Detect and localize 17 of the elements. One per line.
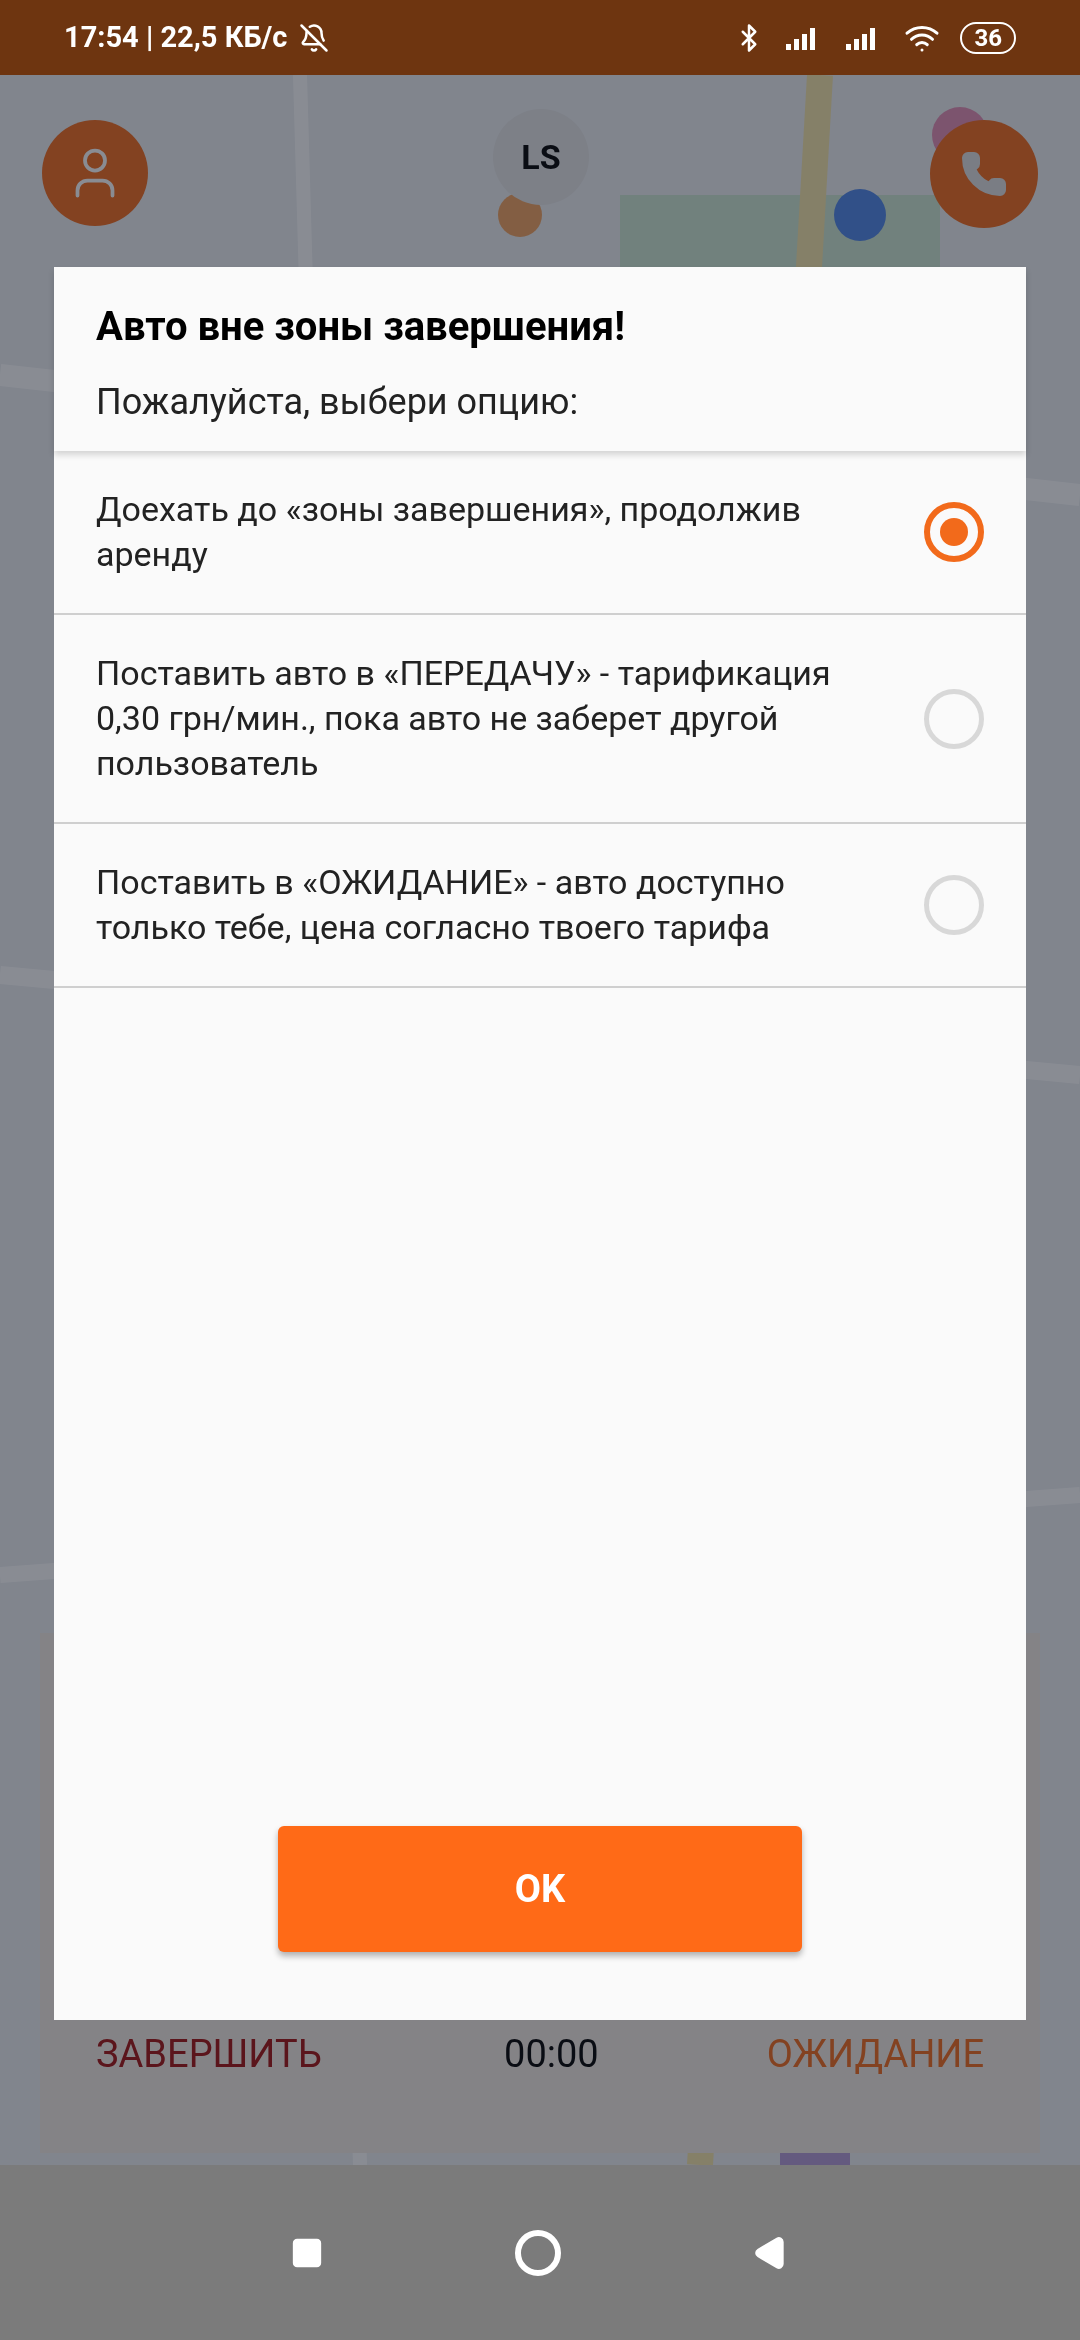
wait-label: ОЖИДАНИЕ: [766, 2031, 984, 2078]
option-label: Поставить в «ОЖИДАНИЕ» - авто доступно только тебе, цена согласно твоего тарифа: [96, 861, 786, 949]
battery-indicator: 36: [960, 21, 1016, 54]
phone-icon: [960, 150, 1008, 198]
option-row[interactable]: Поставить в «ОЖИДАНИЕ» - авто доступно только тебе, цена согласно твоего тарифа: [54, 824, 1026, 988]
dialog-subtitle: Пожалуйста, выбери опцию:: [96, 380, 580, 425]
home-icon[interactable]: [514, 2228, 562, 2277]
option-row[interactable]: Доехать до «зоны завершения», продолжив аренду: [54, 451, 1026, 615]
bell-off-icon: [299, 22, 330, 53]
option-label: Поставить авто в «ПЕРЕДАЧУ» - тарификация 0,30 грн/мин., пока авто не заберет другой пользователь: [96, 652, 832, 785]
timer-text: 00:00: [504, 2031, 599, 2078]
status-time: 17:54 | 22,5 КБ/с: [64, 18, 288, 56]
option-label: Доехать до «зоны завершения», продолжив аренду: [96, 488, 802, 576]
option-row[interactable]: Поставить авто в «ПЕРЕДАЧУ» - тарификация 0,30 грн/мин., пока авто не заберет другой пользователь: [54, 615, 1026, 824]
finish-label: ЗАВЕРШИТЬ: [96, 2031, 323, 2078]
dialog-title: Авто вне зоны завершения!: [96, 302, 626, 352]
radio-button[interactable]: [924, 502, 984, 562]
